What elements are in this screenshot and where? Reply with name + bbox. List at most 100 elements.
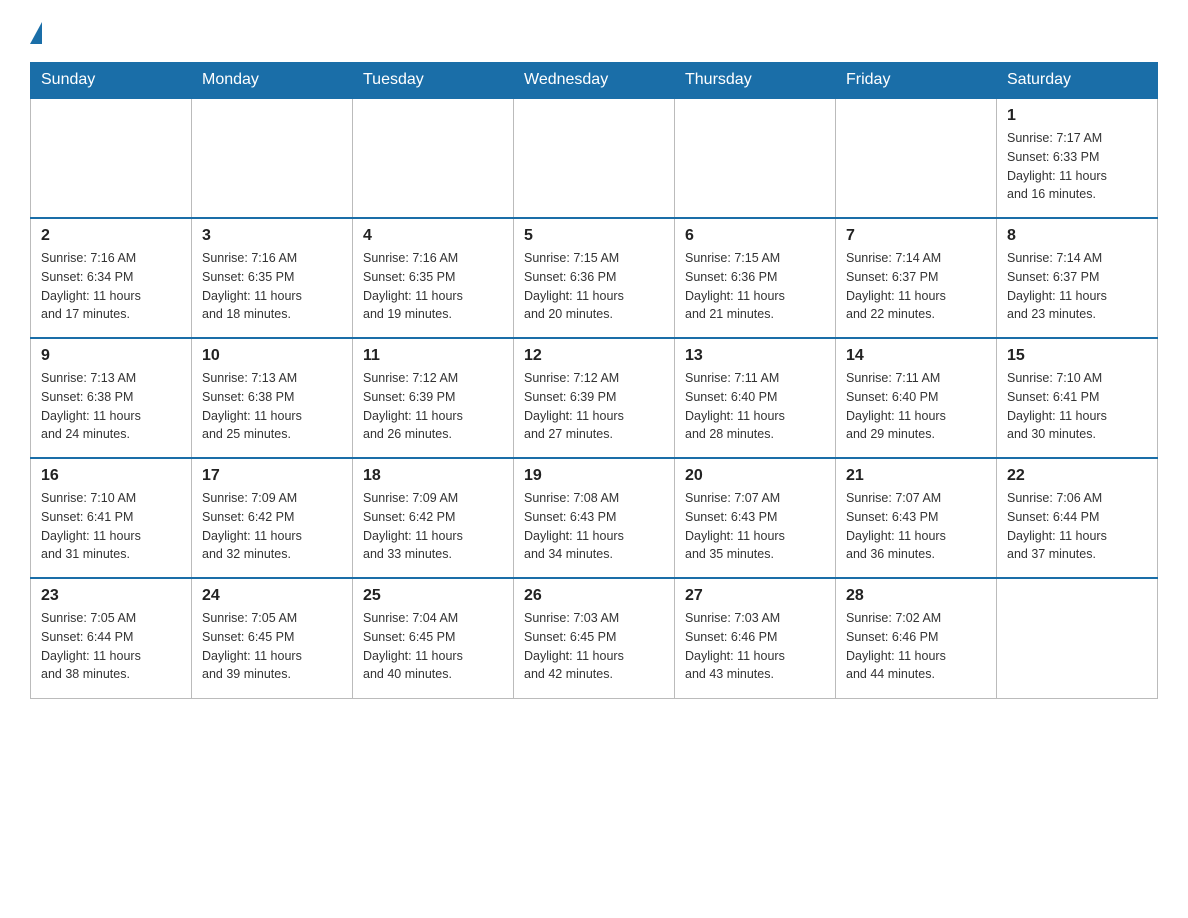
day-info: Sunrise: 7:14 AM Sunset: 6:37 PM Dayligh… bbox=[1007, 249, 1147, 324]
day-info: Sunrise: 7:07 AM Sunset: 6:43 PM Dayligh… bbox=[846, 489, 986, 564]
col-friday: Friday bbox=[836, 63, 997, 99]
table-row: 19 Sunrise: 7:08 AM Sunset: 6:43 PM Dayli… bbox=[514, 458, 675, 578]
day-info: Sunrise: 7:16 AM Sunset: 6:35 PM Dayligh… bbox=[202, 249, 342, 324]
day-info: Sunrise: 7:13 AM Sunset: 6:38 PM Dayligh… bbox=[41, 369, 181, 444]
table-row: 15 Sunrise: 7:10 AM Sunset: 6:41 PM Dayli… bbox=[997, 338, 1158, 458]
day-number: 14 bbox=[846, 347, 986, 365]
day-number: 9 bbox=[41, 347, 181, 365]
day-info: Sunrise: 7:05 AM Sunset: 6:45 PM Dayligh… bbox=[202, 609, 342, 684]
col-monday: Monday bbox=[192, 63, 353, 99]
logo-triangle-icon bbox=[30, 22, 42, 44]
table-row: 22Sunrise: 7:06 AM Sunset: 6:44 PM Dayli… bbox=[997, 458, 1158, 578]
day-number: 13 bbox=[685, 347, 825, 365]
col-saturday: Saturday bbox=[997, 63, 1158, 99]
day-number: 27 bbox=[685, 587, 825, 605]
day-info: Sunrise: 7:12 AM Sunset: 6:39 PM Dayligh… bbox=[363, 369, 503, 444]
table-row: 16 Sunrise: 7:10 AM Sunset: 6:41 PM Dayli… bbox=[31, 458, 192, 578]
day-number: 25 bbox=[363, 587, 503, 605]
table-row bbox=[514, 98, 675, 218]
day-info: Sunrise: 7:08 AM Sunset: 6:43 PM Dayligh… bbox=[524, 489, 664, 564]
day-info: Sunrise: 7:11 AM Sunset: 6:40 PM Dayligh… bbox=[685, 369, 825, 444]
calendar-table: Sunday Monday Tuesday Wednesday Thursday… bbox=[30, 62, 1158, 699]
table-row: 7Sunrise: 7:14 AM Sunset: 6:37 PM Daylig… bbox=[836, 218, 997, 338]
day-info: Sunrise: 7:04 AM Sunset: 6:45 PM Dayligh… bbox=[363, 609, 503, 684]
table-row: 18 Sunrise: 7:09 AM Sunset: 6:42 PM Dayli… bbox=[353, 458, 514, 578]
table-row: 11 Sunrise: 7:12 AM Sunset: 6:39 PM Dayli… bbox=[353, 338, 514, 458]
day-info: Sunrise: 7:07 AM Sunset: 6:43 PM Dayligh… bbox=[685, 489, 825, 564]
day-number: 17 bbox=[202, 467, 342, 485]
calendar-week-row: 2 Sunrise: 7:16 AM Sunset: 6:34 PM Daylig… bbox=[31, 218, 1158, 338]
table-row bbox=[675, 98, 836, 218]
col-thursday: Thursday bbox=[675, 63, 836, 99]
day-number: 23 bbox=[41, 587, 181, 605]
day-info: Sunrise: 7:11 AM Sunset: 6:40 PM Dayligh… bbox=[846, 369, 986, 444]
day-info: Sunrise: 7:10 AM Sunset: 6:41 PM Dayligh… bbox=[41, 489, 181, 564]
day-info: Sunrise: 7:16 AM Sunset: 6:34 PM Dayligh… bbox=[41, 249, 181, 324]
day-number: 19 bbox=[524, 467, 664, 485]
table-row: 6 Sunrise: 7:15 AM Sunset: 6:36 PM Daylig… bbox=[675, 218, 836, 338]
day-info: Sunrise: 7:12 AM Sunset: 6:39 PM Dayligh… bbox=[524, 369, 664, 444]
day-number: 11 bbox=[363, 347, 503, 365]
day-number: 12 bbox=[524, 347, 664, 365]
day-info: Sunrise: 7:15 AM Sunset: 6:36 PM Dayligh… bbox=[524, 249, 664, 324]
day-info: Sunrise: 7:05 AM Sunset: 6:44 PM Dayligh… bbox=[41, 609, 181, 684]
day-number: 8 bbox=[1007, 227, 1147, 245]
table-row: 24 Sunrise: 7:05 AM Sunset: 6:45 PM Dayli… bbox=[192, 578, 353, 698]
table-row: 12 Sunrise: 7:12 AM Sunset: 6:39 PM Dayli… bbox=[514, 338, 675, 458]
table-row: 21 Sunrise: 7:07 AM Sunset: 6:43 PM Dayli… bbox=[836, 458, 997, 578]
day-number: 2 bbox=[41, 227, 181, 245]
day-info: Sunrise: 7:09 AM Sunset: 6:42 PM Dayligh… bbox=[202, 489, 342, 564]
table-row bbox=[836, 98, 997, 218]
day-number: 18 bbox=[363, 467, 503, 485]
col-wednesday: Wednesday bbox=[514, 63, 675, 99]
day-info: Sunrise: 7:03 AM Sunset: 6:45 PM Dayligh… bbox=[524, 609, 664, 684]
day-info: Sunrise: 7:13 AM Sunset: 6:38 PM Dayligh… bbox=[202, 369, 342, 444]
table-row bbox=[997, 578, 1158, 698]
day-number: 15 bbox=[1007, 347, 1147, 365]
logo bbox=[30, 20, 42, 44]
day-number: 4 bbox=[363, 227, 503, 245]
table-row: 26 Sunrise: 7:03 AM Sunset: 6:45 PM Dayli… bbox=[514, 578, 675, 698]
col-sunday: Sunday bbox=[31, 63, 192, 99]
table-row: 28Sunrise: 7:02 AM Sunset: 6:46 PM Dayli… bbox=[836, 578, 997, 698]
day-number: 21 bbox=[846, 467, 986, 485]
day-number: 22 bbox=[1007, 467, 1147, 485]
table-row bbox=[192, 98, 353, 218]
calendar-header-row: Sunday Monday Tuesday Wednesday Thursday… bbox=[31, 63, 1158, 99]
table-row: 23 Sunrise: 7:05 AM Sunset: 6:44 PM Dayli… bbox=[31, 578, 192, 698]
table-row: 10 Sunrise: 7:13 AM Sunset: 6:38 PM Dayli… bbox=[192, 338, 353, 458]
table-row: 14 Sunrise: 7:11 AM Sunset: 6:40 PM Dayli… bbox=[836, 338, 997, 458]
page-header bbox=[30, 20, 1158, 44]
day-info: Sunrise: 7:09 AM Sunset: 6:42 PM Dayligh… bbox=[363, 489, 503, 564]
table-row: 9 Sunrise: 7:13 AM Sunset: 6:38 PM Daylig… bbox=[31, 338, 192, 458]
day-number: 24 bbox=[202, 587, 342, 605]
day-number: 5 bbox=[524, 227, 664, 245]
day-number: 1 bbox=[1007, 107, 1147, 125]
day-info: Sunrise: 7:03 AM Sunset: 6:46 PM Dayligh… bbox=[685, 609, 825, 684]
day-number: 6 bbox=[685, 227, 825, 245]
table-row bbox=[31, 98, 192, 218]
day-number: 16 bbox=[41, 467, 181, 485]
table-row: 20 Sunrise: 7:07 AM Sunset: 6:43 PM Dayli… bbox=[675, 458, 836, 578]
calendar-week-row: 9 Sunrise: 7:13 AM Sunset: 6:38 PM Daylig… bbox=[31, 338, 1158, 458]
table-row: 1 Sunrise: 7:17 AM Sunset: 6:33 PM Daylig… bbox=[997, 98, 1158, 218]
calendar-week-row: 16 Sunrise: 7:10 AM Sunset: 6:41 PM Dayli… bbox=[31, 458, 1158, 578]
table-row: 3 Sunrise: 7:16 AM Sunset: 6:35 PM Daylig… bbox=[192, 218, 353, 338]
day-info: Sunrise: 7:16 AM Sunset: 6:35 PM Dayligh… bbox=[363, 249, 503, 324]
day-number: 20 bbox=[685, 467, 825, 485]
day-info: Sunrise: 7:02 AM Sunset: 6:46 PM Dayligh… bbox=[846, 609, 986, 684]
table-row: 27 Sunrise: 7:03 AM Sunset: 6:46 PM Dayli… bbox=[675, 578, 836, 698]
day-number: 26 bbox=[524, 587, 664, 605]
day-number: 10 bbox=[202, 347, 342, 365]
day-number: 3 bbox=[202, 227, 342, 245]
day-info: Sunrise: 7:15 AM Sunset: 6:36 PM Dayligh… bbox=[685, 249, 825, 324]
day-info: Sunrise: 7:10 AM Sunset: 6:41 PM Dayligh… bbox=[1007, 369, 1147, 444]
table-row: 4 Sunrise: 7:16 AM Sunset: 6:35 PM Daylig… bbox=[353, 218, 514, 338]
col-tuesday: Tuesday bbox=[353, 63, 514, 99]
table-row: 2 Sunrise: 7:16 AM Sunset: 6:34 PM Daylig… bbox=[31, 218, 192, 338]
day-number: 7 bbox=[846, 227, 986, 245]
table-row bbox=[353, 98, 514, 218]
calendar-week-row: 23 Sunrise: 7:05 AM Sunset: 6:44 PM Dayli… bbox=[31, 578, 1158, 698]
table-row: 17 Sunrise: 7:09 AM Sunset: 6:42 PM Dayli… bbox=[192, 458, 353, 578]
day-info: Sunrise: 7:17 AM Sunset: 6:33 PM Dayligh… bbox=[1007, 129, 1147, 204]
